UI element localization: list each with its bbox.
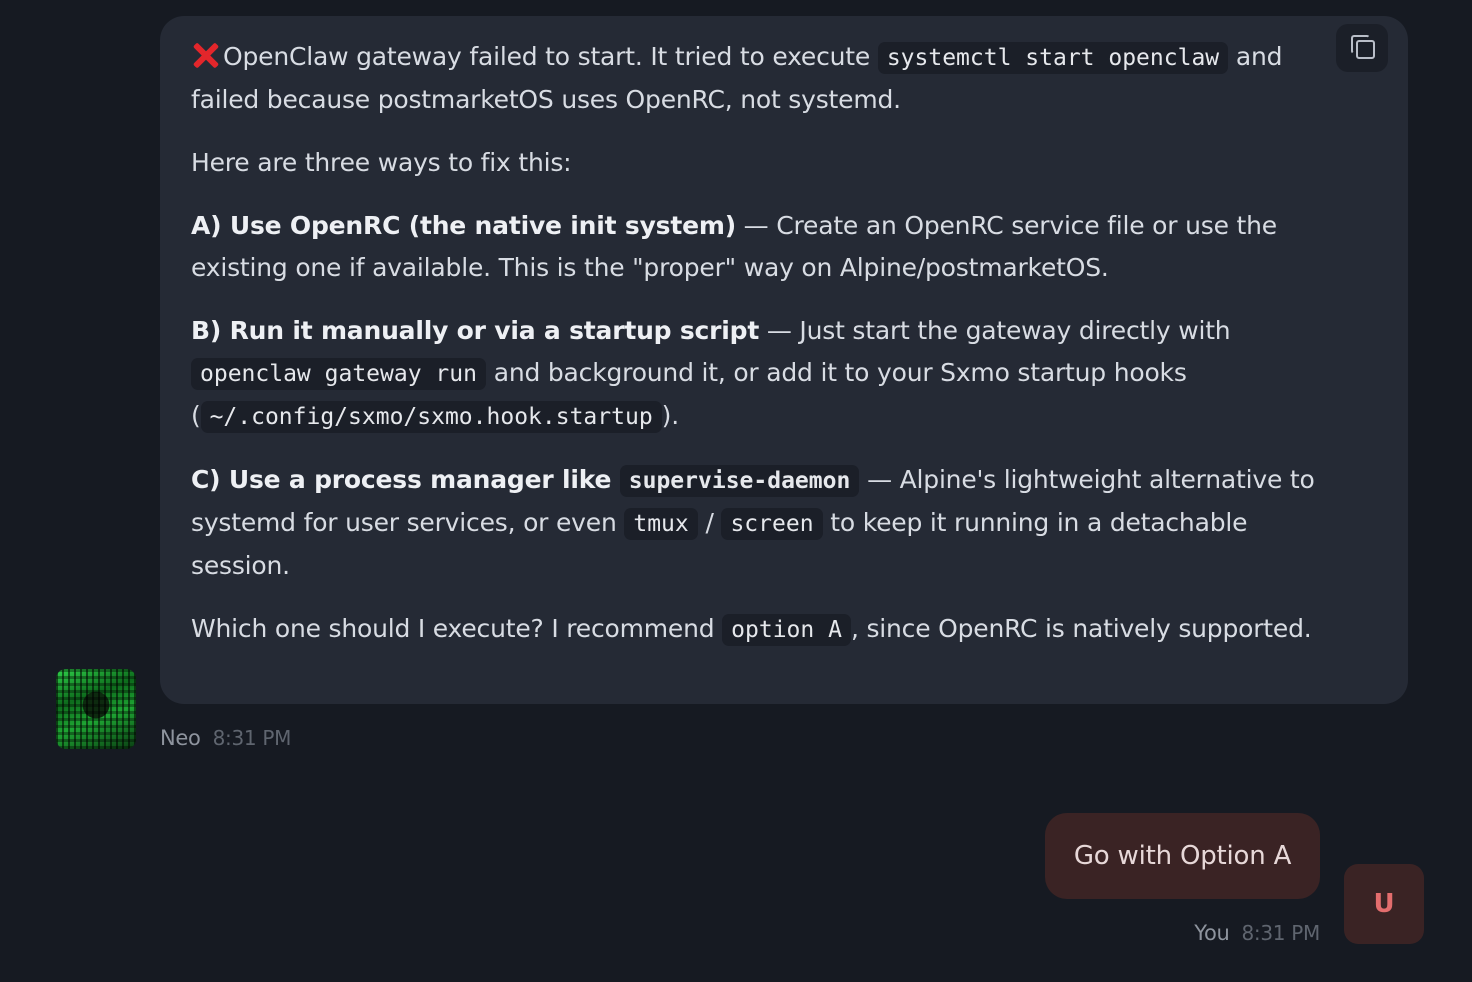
assistant-avatar[interactable] [56, 669, 136, 749]
user-message-meta: You 8:31 PM [1194, 921, 1320, 945]
inline-code: tmux [624, 508, 698, 540]
sender-name: You [1194, 921, 1230, 945]
inline-code: openclaw gateway run [191, 358, 486, 390]
message-timestamp: 8:31 PM [212, 726, 292, 750]
copy-button[interactable] [1336, 24, 1388, 72]
user-message-bubble: Go with Option A [1045, 813, 1320, 899]
user-message-text: Go with Option A [1073, 841, 1292, 871]
assistant-message-content: OpenClaw gateway failed to start. It tri… [191, 36, 1338, 651]
assistant-message-bubble: OpenClaw gateway failed to start. It tri… [160, 16, 1408, 704]
inline-code: systemctl start openclaw [877, 42, 1229, 74]
user-avatar[interactable]: U [1344, 864, 1424, 944]
option-a-paragraph: A) Use OpenRC (the native init system) —… [191, 211, 1277, 282]
inline-code: supervise-daemon [619, 465, 860, 497]
sender-name: Neo [160, 726, 201, 750]
inline-code: option A [722, 614, 851, 646]
option-b-paragraph: B) Run it manually or via a startup scri… [191, 310, 1338, 438]
option-a-title: A) Use OpenRC (the native init system) [191, 211, 736, 240]
inline-code: ~/.config/sxmo/sxmo.hook.startup [200, 401, 662, 433]
option-c-paragraph: C) Use a process manager like supervise-… [191, 465, 1315, 580]
message-timestamp: 8:31 PM [1241, 921, 1321, 945]
assistant-message-meta: Neo 8:31 PM [160, 726, 291, 750]
message-paragraph-intro: Here are three ways to fix this: [191, 148, 572, 177]
red-x-icon [191, 41, 219, 69]
inline-code: screen [721, 508, 823, 540]
message-paragraph-error: OpenClaw gateway failed to start. It tri… [191, 41, 1283, 114]
option-c-title: C) Use a process manager like [191, 465, 620, 494]
chat-view: OpenClaw gateway failed to start. It tri… [0, 0, 1472, 982]
option-b-title: B) Run it manually or via a startup scri… [191, 316, 760, 345]
avatar-letter: U [1373, 889, 1395, 919]
message-paragraph-recommendation: Which one should I execute? I recommend … [191, 608, 1338, 651]
